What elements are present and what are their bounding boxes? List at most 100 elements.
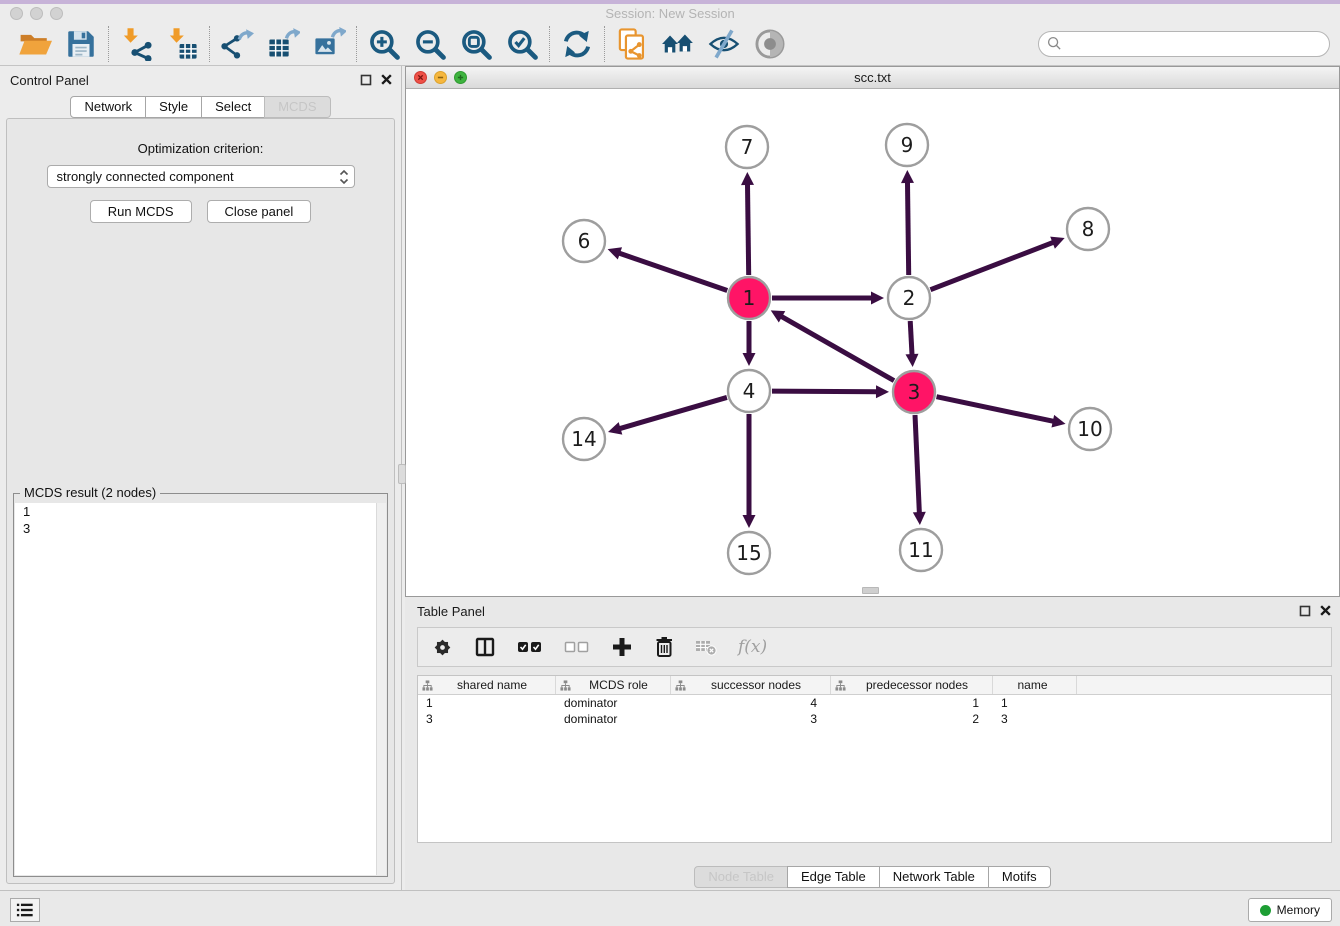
export-table-icon[interactable] <box>266 27 300 61</box>
run-mcds-button[interactable]: Run MCDS <box>90 200 192 223</box>
cell-name[interactable]: 3 <box>993 711 1077 727</box>
tab-mcds[interactable]: MCDS <box>264 96 330 118</box>
zoom-out-icon[interactable] <box>413 27 447 61</box>
result-scrollbar[interactable] <box>376 503 386 875</box>
svg-text:2: 2 <box>903 286 916 310</box>
titlebar: Session: New Session <box>0 4 1340 22</box>
graph-node-7[interactable]: 7 <box>726 126 768 168</box>
graph-node-3[interactable]: 3 <box>893 371 935 413</box>
column-header-shared-name[interactable]: shared name <box>418 676 556 694</box>
show-all-icon[interactable] <box>753 27 787 61</box>
zoom-fit-icon[interactable] <box>459 27 493 61</box>
mcds-result-group: MCDS result (2 nodes) 13 <box>13 493 388 877</box>
network-canvas[interactable]: 7 9 6 8 1 2 4 3 14 10 15 11 <box>406 89 1339 596</box>
delete-row-button[interactable] <box>654 635 674 659</box>
cell-predecessor-nodes[interactable]: 1 <box>831 695 993 711</box>
result-line: 1 <box>15 503 386 520</box>
column-header-name[interactable]: name <box>993 676 1077 694</box>
copy-network-icon[interactable] <box>615 27 649 61</box>
memory-label: Memory <box>1277 903 1320 917</box>
cell-successor-nodes[interactable]: 3 <box>671 711 831 727</box>
zoom-in-icon[interactable] <box>367 27 401 61</box>
tab-edge-table[interactable]: Edge Table <box>787 866 880 888</box>
cell-successor-nodes[interactable]: 4 <box>671 695 831 711</box>
mcds-result-title: MCDS result (2 nodes) <box>20 485 160 500</box>
column-header-successor-nodes[interactable]: successor nodes <box>671 676 831 694</box>
delete-column-button[interactable] <box>695 637 717 657</box>
mcds-panel: Optimization criterion: strongly connect… <box>6 118 395 884</box>
network-close-button[interactable] <box>414 71 427 84</box>
close-table-panel-icon[interactable] <box>1319 604 1332 617</box>
add-row-button[interactable] <box>611 636 633 658</box>
canvas-drawer-handle[interactable] <box>862 587 879 594</box>
function-builder-button[interactable]: f(x) <box>738 637 767 657</box>
cell-predecessor-nodes[interactable]: 2 <box>831 711 993 727</box>
tab-network[interactable]: Network <box>70 96 146 118</box>
splitter-grip[interactable] <box>398 464 406 484</box>
export-image-icon[interactable] <box>312 27 346 61</box>
cell-shared-name[interactable]: 1 <box>418 695 556 711</box>
cell-name[interactable]: 1 <box>993 695 1077 711</box>
cell-shared-name[interactable]: 3 <box>418 711 556 727</box>
graph-node-9[interactable]: 9 <box>886 124 928 166</box>
graph-node-10[interactable]: 10 <box>1069 408 1111 450</box>
table-header-row: shared nameMCDS rolesuccessor nodesprede… <box>418 676 1331 695</box>
table-settings-button[interactable] <box>432 637 453 658</box>
mcds-result-list[interactable]: 13 <box>15 503 386 875</box>
import-table-icon[interactable] <box>165 27 199 61</box>
graph-node-8[interactable]: 8 <box>1067 208 1109 250</box>
select-all-button[interactable] <box>517 640 543 654</box>
import-network-icon[interactable] <box>119 27 153 61</box>
close-panel-icon[interactable] <box>380 73 393 86</box>
memory-button[interactable]: Memory <box>1248 898 1332 922</box>
show-columns-button[interactable] <box>474 636 496 658</box>
tab-style[interactable]: Style <box>145 96 202 118</box>
export-network-icon[interactable] <box>220 27 254 61</box>
tab-network-table[interactable]: Network Table <box>879 866 989 888</box>
criterion-dropdown[interactable]: strongly connected component <box>47 165 355 188</box>
tab-select[interactable]: Select <box>201 96 265 118</box>
graph-node-4[interactable]: 4 <box>728 370 770 412</box>
svg-text:14: 14 <box>571 427 596 451</box>
table-panel: Table Panel f(x) shared nameMCDS rolesuc… <box>405 597 1340 890</box>
close-panel-button[interactable]: Close panel <box>207 200 312 223</box>
graph-node-2[interactable]: 2 <box>888 277 930 319</box>
column-header-predecessor-nodes[interactable]: predecessor nodes <box>831 676 993 694</box>
graph-node-11[interactable]: 11 <box>900 529 942 571</box>
plus-icon <box>611 636 633 658</box>
search-input[interactable] <box>1062 36 1321 51</box>
graph-node-6[interactable]: 6 <box>563 220 605 262</box>
network-minimize-button[interactable] <box>434 71 447 84</box>
deselect-all-button[interactable] <box>564 640 590 654</box>
node-table[interactable]: shared nameMCDS rolesuccessor nodesprede… <box>417 675 1332 843</box>
svg-text:4: 4 <box>743 379 756 403</box>
workspace: Control Panel NetworkStyleSelectMCDS Opt… <box>0 66 1340 890</box>
save-session-icon[interactable] <box>64 27 98 61</box>
network-maximize-button[interactable] <box>454 71 467 84</box>
cell-MCDS-role[interactable]: dominator <box>556 711 671 727</box>
tab-motifs[interactable]: Motifs <box>988 866 1051 888</box>
zoom-selected-icon[interactable] <box>505 27 539 61</box>
open-session-icon[interactable] <box>18 27 52 61</box>
trash-icon <box>654 635 674 659</box>
svg-text:3: 3 <box>908 380 921 404</box>
float-table-panel-icon[interactable] <box>1299 605 1311 617</box>
apply-layout-icon[interactable] <box>560 27 594 61</box>
tab-node-table[interactable]: Node Table <box>694 866 788 888</box>
cell-MCDS-role[interactable]: dominator <box>556 695 671 711</box>
graph-node-15[interactable]: 15 <box>728 532 770 574</box>
network-title: scc.txt <box>406 70 1339 85</box>
network-window: scc.txt 7 9 6 8 1 2 4 3 14 10 15 11 <box>405 66 1340 597</box>
first-neighbors-icon[interactable] <box>661 27 695 61</box>
table-row[interactable]: 3dominator323 <box>418 711 1331 727</box>
column-header-MCDS-role[interactable]: MCDS role <box>556 676 671 694</box>
graph-node-1[interactable]: 1 <box>728 277 770 319</box>
hide-selected-icon[interactable] <box>707 27 741 61</box>
table-row[interactable]: 1dominator411 <box>418 695 1331 711</box>
graph-node-14[interactable]: 14 <box>563 418 605 460</box>
network-window-titlebar[interactable]: scc.txt <box>406 67 1339 89</box>
network-graph[interactable]: 7 9 6 8 1 2 4 3 14 10 15 11 <box>406 89 1339 596</box>
task-history-button[interactable] <box>10 898 40 922</box>
float-panel-icon[interactable] <box>360 74 372 86</box>
control-panel-title: Control Panel <box>10 73 89 88</box>
